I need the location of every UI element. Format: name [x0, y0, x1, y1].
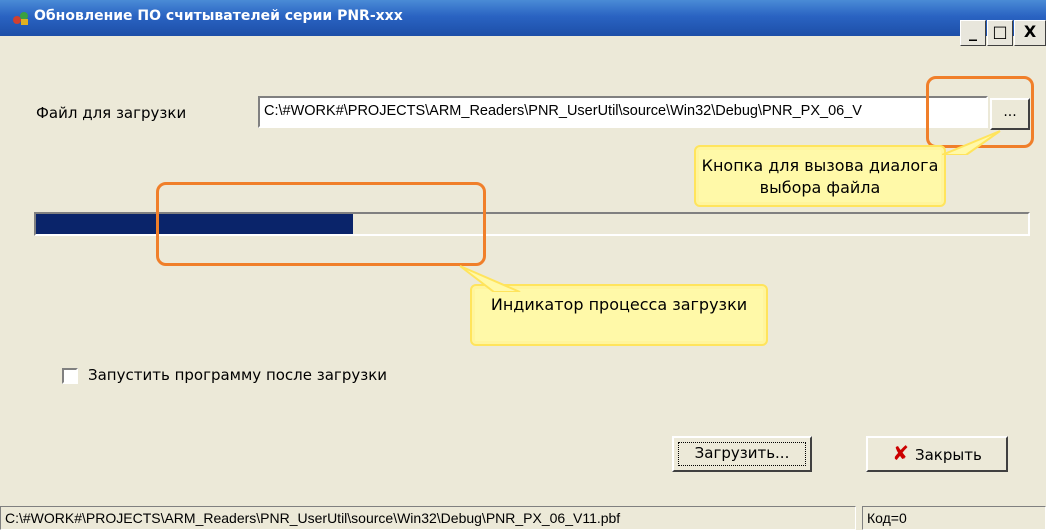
focus-rect	[678, 442, 806, 466]
close-window-button[interactable]: X	[1014, 20, 1046, 46]
red-x-icon: ✘	[892, 441, 909, 465]
app-icon	[13, 12, 28, 25]
file-path-input[interactable]: C:\#WORK#\PROJECTS\ARM_Readers\PNR_UserU…	[258, 96, 988, 128]
status-path: C:\#WORK#\PROJECTS\ARM_Readers\PNR_UserU…	[0, 506, 856, 530]
progress-callout: Индикатор процесса загрузки	[459, 265, 768, 346]
browse-callout-text: Кнопка для вызова диалога выбора файла	[701, 156, 939, 197]
progress-highlight	[156, 182, 486, 266]
minimize-button[interactable]: _	[960, 20, 986, 46]
maximize-button[interactable]: □	[987, 20, 1013, 46]
status-bar: C:\#WORK#\PROJECTS\ARM_Readers\PNR_UserU…	[0, 504, 1046, 530]
close-button[interactable]: ✘ Закрыть	[866, 436, 1008, 472]
status-code: Код=0	[862, 506, 1046, 530]
progress-callout-text: Индикатор процесса загрузки	[490, 295, 748, 314]
callout-pointer	[942, 130, 1001, 155]
callout-pointer	[459, 265, 521, 292]
file-label: Файл для загрузки	[36, 104, 187, 122]
load-button[interactable]: Загрузить...	[672, 436, 812, 472]
browse-callout: Кнопка для вызова диалога выбора файла	[694, 130, 1001, 207]
title-bar: Обновление ПО считывателей серии PNR-xxx	[0, 0, 1046, 36]
run-after-checkbox[interactable]	[62, 368, 78, 384]
close-button-label: Закрыть	[914, 446, 982, 464]
run-after-label[interactable]: Запустить программу после загрузки	[88, 366, 387, 384]
window-title: Обновление ПО считывателей серии PNR-xxx	[34, 8, 403, 24]
